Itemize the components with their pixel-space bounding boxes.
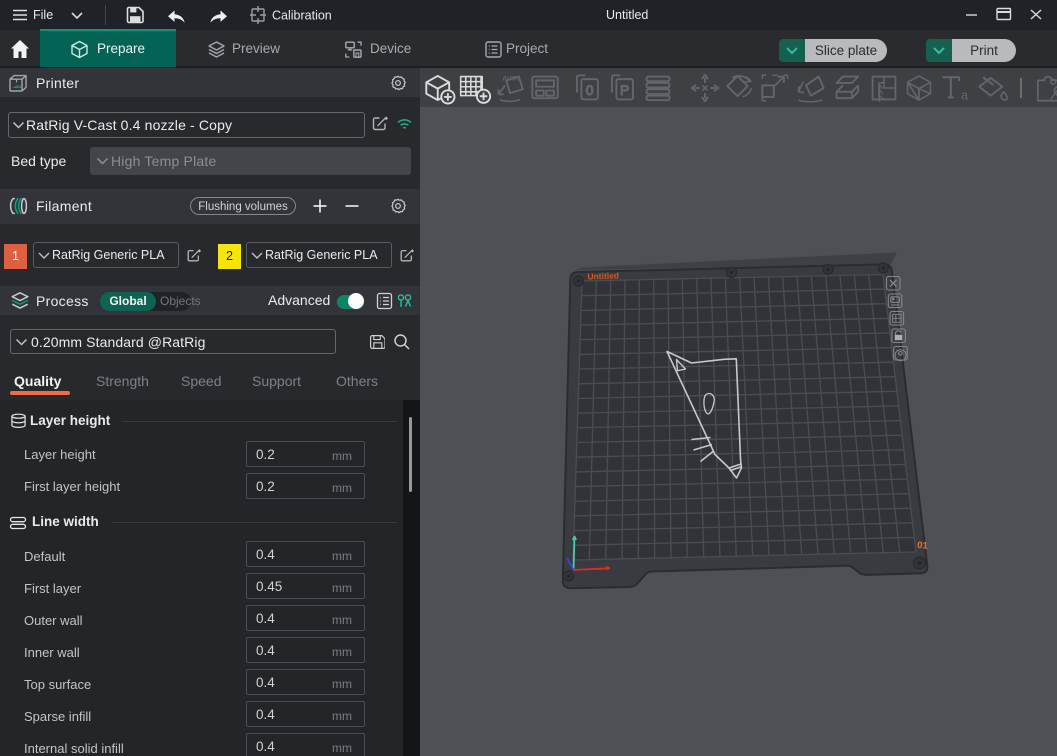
svg-text:File: File	[33, 8, 53, 22]
svg-text:Calibration: Calibration	[272, 9, 332, 23]
svg-text:AUTO: AUTO	[502, 75, 520, 82]
svg-text:01: 01	[917, 540, 929, 552]
svg-text:0: 0	[586, 82, 594, 98]
svg-text:Untitled: Untitled	[587, 270, 619, 281]
svg-text:P: P	[620, 82, 629, 98]
svg-text:a: a	[961, 88, 969, 102]
